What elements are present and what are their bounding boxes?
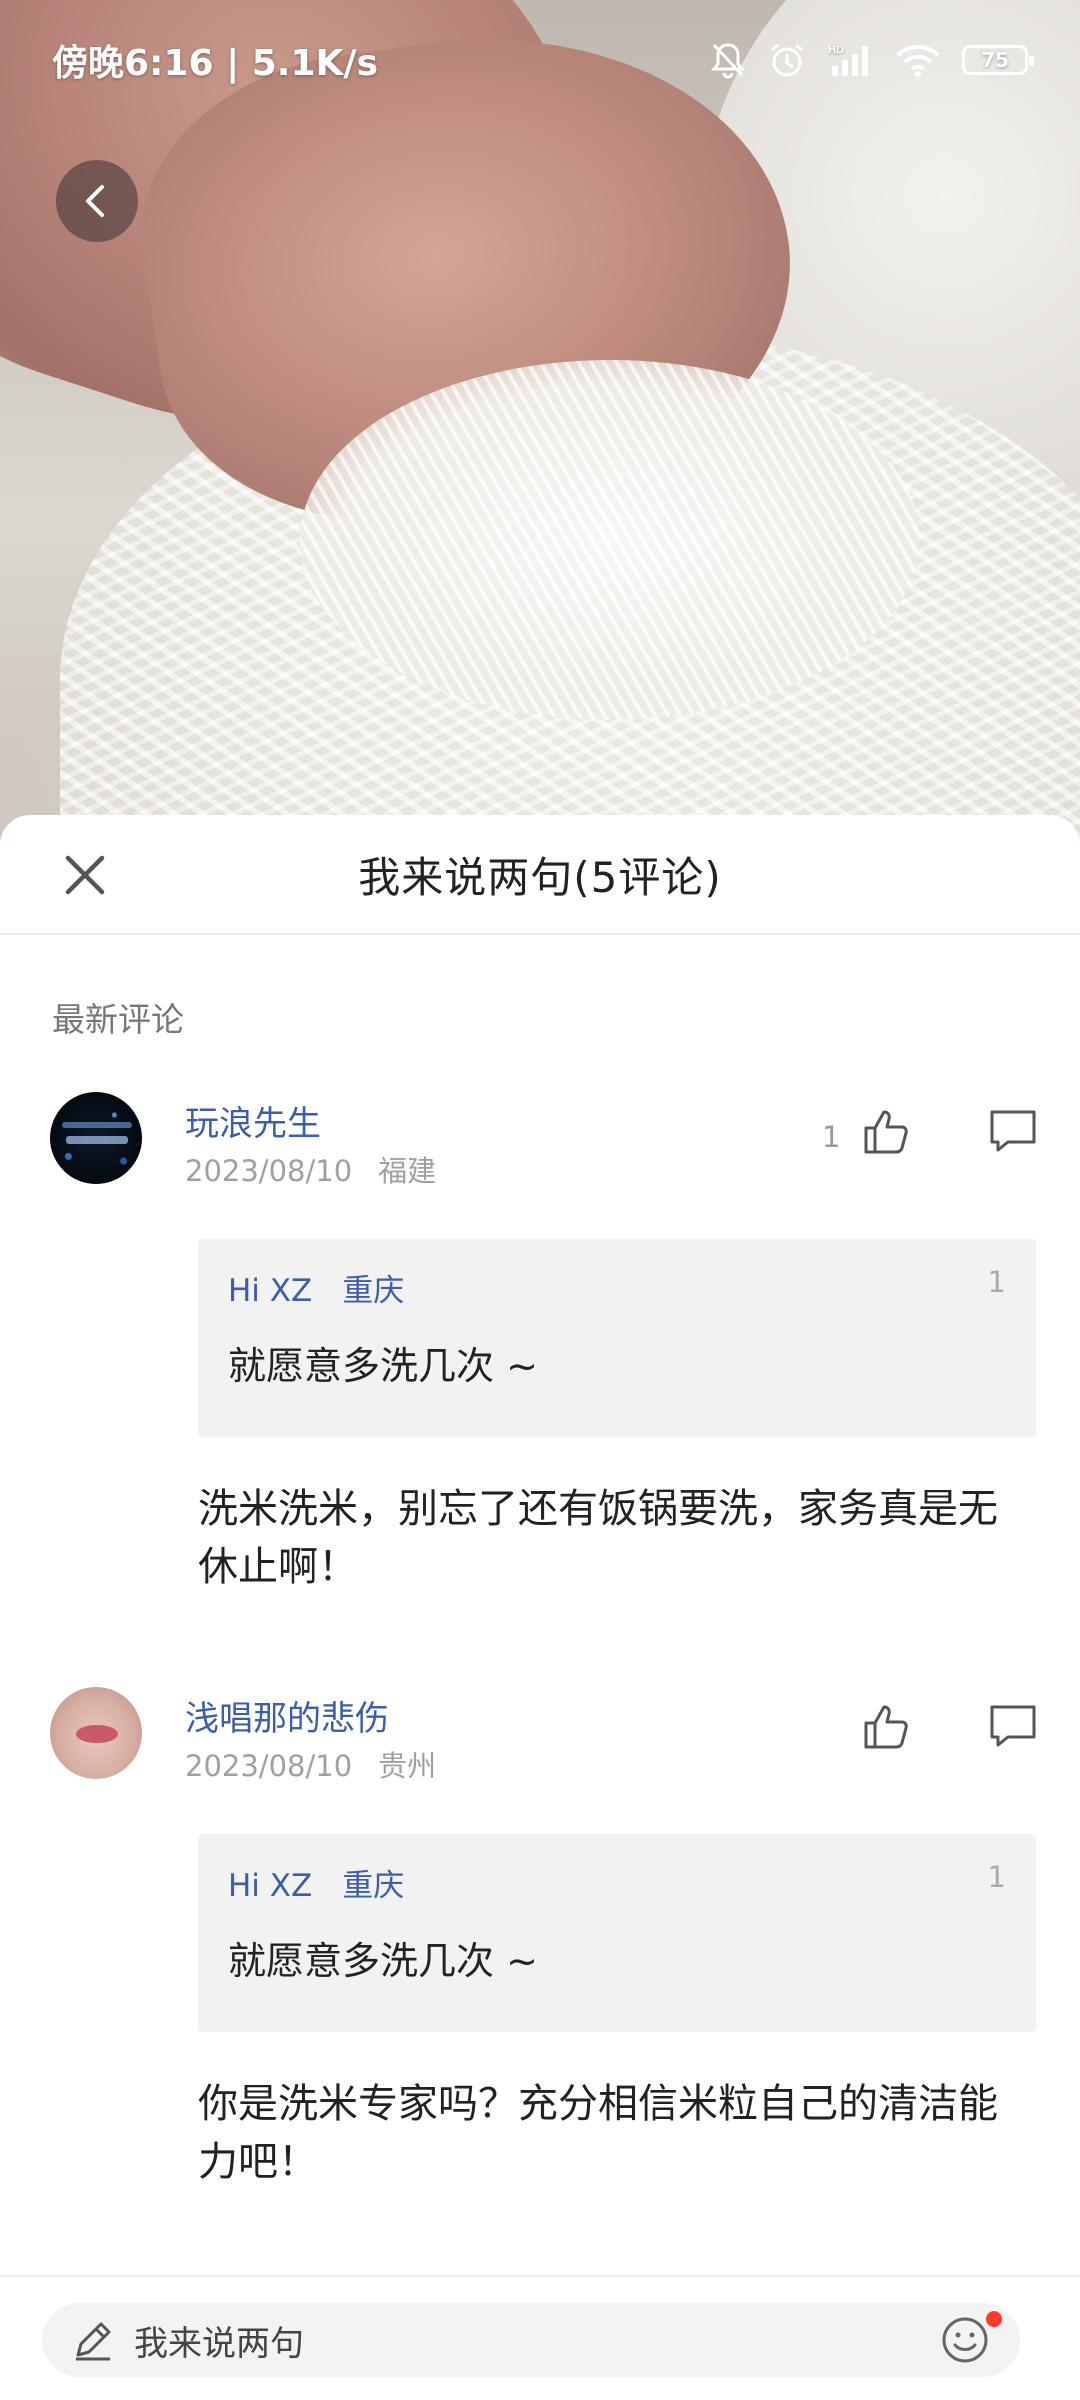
comment-input-bar: 我来说两句 (0, 2275, 1080, 2400)
comment-bubble-icon[interactable] (988, 1701, 1038, 1751)
pencil-icon (76, 2322, 111, 2361)
comment-location: 福建 (378, 1154, 437, 1188)
quoted-like-count: 1 (987, 1860, 1006, 1894)
quoted-user: Hi XZ 重庆 (228, 1265, 404, 1310)
svg-text:HD: HD (828, 44, 844, 56)
comment-sheet: 我来说两句(5评论) 最新评论 玩浪先生 2023/08/10 福建 1 Hi X… (0, 815, 1080, 2400)
comment-text: 洗米洗米，别忘了还有饭锅要洗，家务真是无休止啊！ (198, 1486, 998, 1590)
battery-icon: 75 (962, 45, 1034, 75)
comment-meta: 2023/08/10 福建 (185, 1148, 436, 1190)
thumbs-up-icon[interactable] (862, 1701, 912, 1751)
rice-highlight (300, 360, 920, 720)
quoted-location: 重庆 (342, 1868, 405, 1904)
back-icon (86, 185, 104, 217)
notification-dot (986, 2311, 1002, 2327)
quoted-username[interactable]: Hi XZ (228, 1273, 312, 1309)
comment-username[interactable]: 浅唱那的悲伤 (185, 1691, 389, 1740)
comment-input[interactable]: 我来说两句 (42, 2303, 1020, 2377)
comment-bubble-icon[interactable] (988, 1106, 1038, 1156)
comment-input-placeholder: 我来说两句 (134, 2323, 304, 2364)
status-time: 傍晚6:16 | 5.1K/s (52, 43, 379, 84)
comment-date: 2023/08/10 (185, 1749, 353, 1783)
article-cover-image (0, 0, 1080, 860)
signal-icon: HD (828, 44, 868, 76)
quoted-user: Hi XZ 重庆 (228, 1860, 404, 1905)
mute-icon (710, 43, 746, 79)
status-icons: HD 75 (710, 41, 1034, 79)
close-icon[interactable] (62, 852, 108, 898)
quoted-reply[interactable]: Hi XZ 重庆 1 就愿意多洗几次 ~ (198, 1834, 1036, 2032)
comment-meta: 2023/08/10 贵州 (185, 1743, 436, 1785)
comment-text: 你是洗米专家吗？充分相信米粒自己的清洁能力吧！ (198, 2081, 998, 2185)
sheet-title: 我来说两句(5评论) (358, 852, 722, 902)
back-button[interactable] (56, 160, 138, 242)
avatar[interactable] (50, 1687, 142, 1779)
sheet-header: 我来说两句(5评论) (0, 815, 1080, 935)
quoted-text: 就愿意多洗几次 ~ (228, 1344, 538, 1388)
alarm-icon (771, 43, 803, 77)
quoted-text: 就愿意多洗几次 ~ (228, 1939, 538, 1983)
emoji-icon[interactable] (940, 2315, 990, 2365)
like-count: 1 (822, 1120, 841, 1154)
status-bar: 傍晚6:16 | 5.1K/s HD 75 (0, 0, 1080, 120)
comment-location: 贵州 (378, 1749, 437, 1783)
section-label: 最新评论 (52, 1000, 184, 1039)
comment-date: 2023/08/10 (185, 1154, 353, 1188)
thumbs-up-icon[interactable] (862, 1106, 912, 1156)
quoted-username[interactable]: Hi XZ (228, 1868, 312, 1904)
quoted-like-count: 1 (987, 1265, 1006, 1299)
quoted-location: 重庆 (342, 1273, 405, 1309)
wifi-icon (896, 45, 940, 77)
quoted-reply[interactable]: Hi XZ 重庆 1 就愿意多洗几次 ~ (198, 1239, 1036, 1437)
battery-level: 75 (981, 48, 1009, 72)
comment-username[interactable]: 玩浪先生 (185, 1096, 321, 1145)
avatar[interactable] (50, 1092, 142, 1184)
